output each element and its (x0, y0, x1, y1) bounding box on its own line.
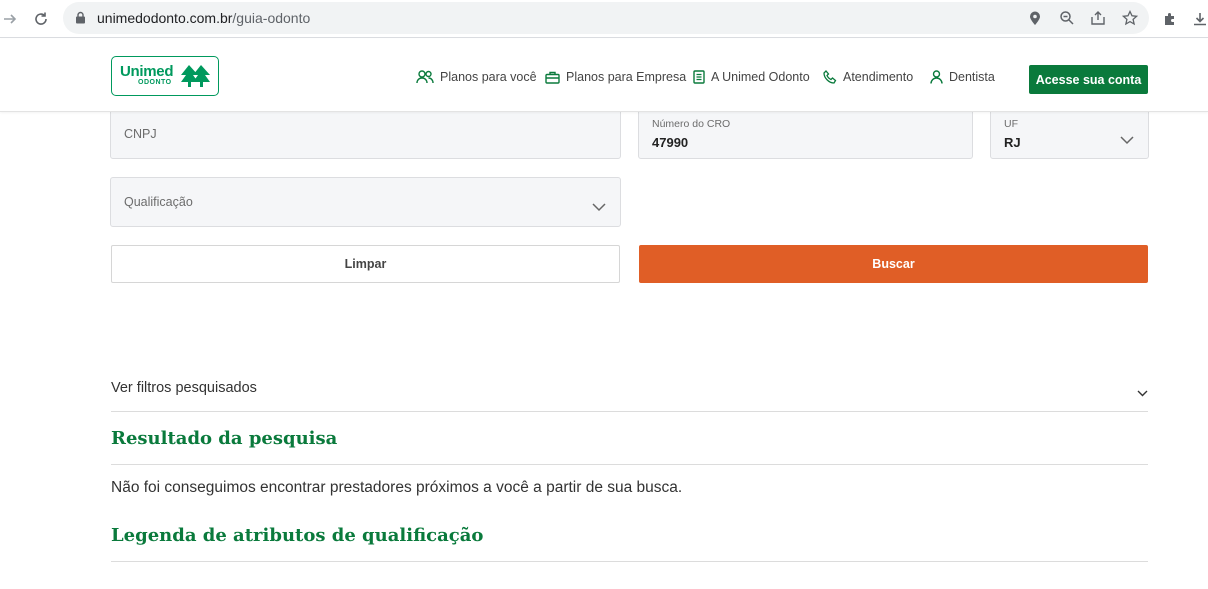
person-icon (930, 70, 943, 84)
menu-label: Atendimento (843, 70, 914, 84)
extensions-icon[interactable] (1160, 9, 1180, 29)
menu-atendimento[interactable]: Atendimento (823, 70, 913, 84)
cro-value: 47990 (652, 135, 689, 150)
qualificacao-select[interactable]: Qualificação (110, 177, 621, 227)
no-results-message: Não foi conseguimos encontrar prestadore… (111, 479, 683, 496)
briefcase-icon (545, 71, 560, 84)
share-icon[interactable] (1089, 9, 1107, 27)
address-bar[interactable]: unimedodonto.com.br/guia-odonto (63, 2, 1149, 34)
buscar-button[interactable]: Buscar (639, 245, 1148, 283)
pine-trees-icon (180, 64, 210, 93)
acesse-sua-conta-button[interactable]: Acesse sua conta (1029, 65, 1148, 94)
lock-icon (75, 11, 86, 29)
bookmark-star-icon[interactable] (1121, 9, 1139, 27)
browser-toolbar: unimedodonto.com.br/guia-odonto (0, 0, 1208, 38)
limpar-button[interactable]: Limpar (111, 245, 620, 283)
menu-label: Planos para Empresa (566, 70, 687, 84)
people-icon (416, 70, 434, 84)
chevron-down-icon (1137, 384, 1148, 402)
document-icon (693, 70, 705, 84)
chevron-down-icon (592, 199, 606, 217)
menu-label: Planos para você (440, 70, 537, 84)
url-text: unimedodonto.com.br/guia-odonto (97, 10, 311, 26)
zoom-icon[interactable] (1058, 9, 1076, 27)
resultado-title: Resultado da pesquisa (111, 428, 338, 449)
cnpj-placeholder: CNPJ (124, 127, 157, 141)
download-icon[interactable] (1190, 9, 1208, 29)
legenda-title: Legenda de atributos de qualificação (111, 525, 484, 546)
location-icon[interactable] (1026, 9, 1044, 27)
cro-label: Número do CRO (652, 118, 731, 130)
ver-filtros-toggle[interactable]: Ver filtros pesquisados (111, 368, 1148, 412)
reload-icon[interactable] (29, 7, 53, 31)
filters-label: Ver filtros pesquisados (111, 380, 257, 396)
chevron-down-icon (1120, 132, 1134, 150)
uf-label: UF (1004, 118, 1018, 130)
phone-icon (823, 70, 837, 84)
menu-a-unimed-odonto[interactable]: A Unimed Odonto (693, 70, 810, 84)
site-header: Unimed ODONTO Planos para você Planos pa… (0, 39, 1208, 112)
logo-sub-text: ODONTO (138, 79, 172, 86)
divider (111, 464, 1148, 465)
logo-brand-text: Unimed (120, 63, 174, 80)
menu-dentista[interactable]: Dentista (930, 70, 995, 84)
qualificacao-placeholder: Qualificação (124, 195, 193, 209)
unimed-odonto-logo[interactable]: Unimed ODONTO (111, 56, 219, 96)
forward-icon[interactable] (0, 7, 22, 31)
menu-planos-voce[interactable]: Planos para você (416, 70, 537, 84)
menu-planos-empresa[interactable]: Planos para Empresa (545, 70, 686, 84)
uf-value: RJ (1004, 135, 1021, 150)
menu-label: Dentista (949, 70, 995, 84)
divider (111, 561, 1148, 562)
menu-label: A Unimed Odonto (711, 70, 810, 84)
